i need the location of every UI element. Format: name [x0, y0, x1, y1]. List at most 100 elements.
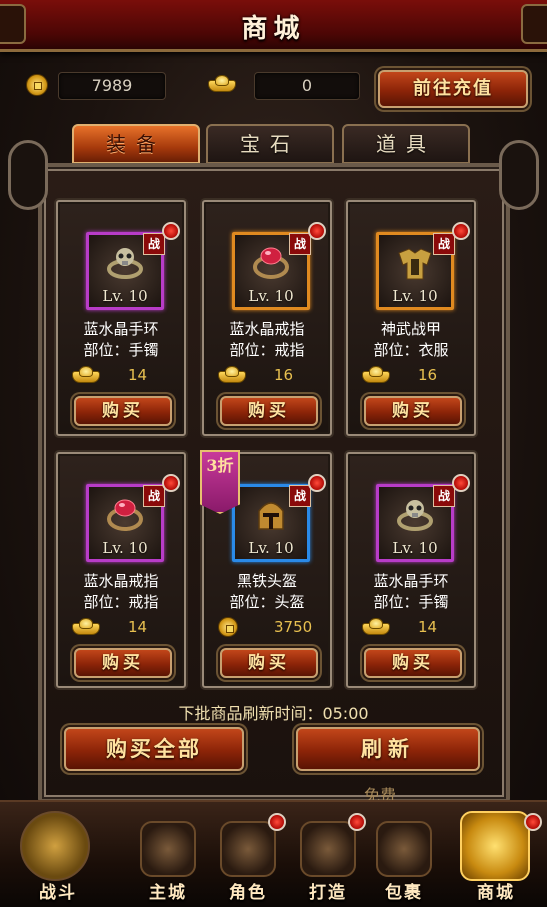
- item-price: 14: [128, 366, 148, 384]
- notification-dot: [452, 222, 470, 240]
- buy-button[interactable]: 购买: [220, 648, 318, 678]
- buy-button[interactable]: 购买: [74, 396, 172, 426]
- helmet-icon: [258, 502, 284, 530]
- item-card[interactable]: 战 Lv. 10 蓝水晶戒指部位：戒指 16 购买: [202, 200, 332, 436]
- class-tag: 战: [433, 485, 455, 507]
- item-price: 14: [128, 618, 148, 636]
- nav-label: 战斗: [39, 883, 77, 903]
- item-price: 3750: [274, 618, 313, 636]
- nav-warrior[interactable]: 角色: [208, 807, 288, 907]
- buy-all-button[interactable]: 购买全部: [64, 727, 244, 771]
- buy-button[interactable]: 购买: [364, 648, 462, 678]
- notification-dot: [162, 474, 180, 492]
- item-name: 神武战甲: [380, 320, 441, 338]
- notification-dot: [308, 474, 326, 492]
- item-slot: 部位：戒指: [83, 593, 159, 611]
- item-level: Lv. 10: [392, 287, 438, 305]
- shop-icon: [460, 811, 530, 881]
- nav-bag[interactable]: 包裹: [364, 807, 444, 907]
- item-price: 14: [418, 618, 438, 636]
- class-tag: 战: [289, 485, 311, 507]
- item-card[interactable]: 战 Lv. 10 蓝水晶戒指部位：戒指 14 购买: [56, 452, 186, 688]
- coin-icon: [26, 74, 48, 96]
- item-name: 黑铁头盔: [236, 572, 297, 590]
- nav-label: 打造: [309, 883, 347, 903]
- item-level: Lv. 10: [248, 539, 294, 557]
- buy-button[interactable]: 购买: [364, 396, 462, 426]
- item-name: 蓝水晶手环: [373, 572, 449, 590]
- skull-ring-icon: [107, 248, 143, 279]
- nav-label: 角色: [229, 883, 267, 903]
- class-tag: 战: [433, 233, 455, 255]
- ingot-balance: 0: [254, 72, 360, 100]
- refresh-timer: 下批商品刷新时间：05:00: [178, 704, 369, 723]
- page-title: 商城: [241, 14, 306, 44]
- item-icon-frame[interactable]: 战 Lv. 10: [376, 232, 455, 310]
- item-level: Lv. 10: [102, 539, 148, 557]
- item-name: 蓝水晶戒指: [229, 320, 305, 338]
- item-icon-frame[interactable]: 战 Lv. 10: [376, 484, 455, 562]
- item-slot: 部位：头盔: [229, 593, 305, 611]
- tab-gems[interactable]: 宝石: [206, 124, 334, 164]
- panel-ornament-left: [8, 140, 48, 210]
- recharge-button[interactable]: 前往充值: [378, 70, 528, 108]
- coin-balance: 7989: [58, 72, 166, 100]
- item-slot: 部位：手镯: [83, 341, 159, 359]
- notification-dot: [162, 222, 180, 240]
- coin-icon: [218, 617, 238, 637]
- ruby-ring-icon: [253, 247, 289, 279]
- nav-anvil[interactable]: 打造: [288, 807, 368, 907]
- item-icon-frame[interactable]: 战 Lv. 10: [232, 484, 311, 562]
- ingot-icon: [208, 74, 236, 92]
- nav-label: 商城: [477, 883, 515, 903]
- item-price: 16: [418, 366, 438, 384]
- ruby-ring-icon: [107, 499, 143, 531]
- panel-ornament-right: [499, 140, 539, 210]
- item-level: Lv. 10: [102, 287, 148, 305]
- item-icon-frame[interactable]: 战 Lv. 10: [86, 232, 165, 310]
- armor-icon: [398, 248, 432, 280]
- item-name: 蓝水晶手环: [83, 320, 159, 338]
- ingot-icon: [218, 365, 246, 383]
- tab-items[interactable]: 道具: [342, 124, 470, 164]
- class-tag: 战: [143, 233, 165, 255]
- nav-city[interactable]: 主城: [128, 807, 208, 907]
- item-icon-frame[interactable]: 战 Lv. 10: [232, 232, 311, 310]
- discount-badge: 3折: [200, 450, 240, 514]
- nav-label: 主城: [149, 883, 187, 903]
- nav-label: 包裹: [385, 883, 423, 903]
- nav-shop[interactable]: 商城: [448, 807, 544, 907]
- item-slot: 部位：衣服: [373, 341, 449, 359]
- item-level: Lv. 10: [392, 539, 438, 557]
- notification-dot: [524, 813, 542, 831]
- skull-ring-icon: [397, 500, 433, 531]
- ingot-icon: [72, 617, 100, 635]
- notification-dot: [452, 474, 470, 492]
- notification-dot: [308, 222, 326, 240]
- item-price: 16: [274, 366, 294, 384]
- ingot-icon: [362, 617, 390, 635]
- item-card[interactable]: 战 Lv. 10 蓝水晶手环部位：手镯 14 购买: [56, 200, 186, 436]
- notification-dot: [268, 813, 286, 831]
- anvil-icon: [300, 821, 356, 877]
- buy-button[interactable]: 购买: [220, 396, 318, 426]
- item-slot: 部位：戒指: [229, 341, 305, 359]
- class-tag: 战: [289, 233, 311, 255]
- refresh-button[interactable]: 刷新: [296, 727, 480, 771]
- item-icon-frame[interactable]: 战 Lv. 10: [86, 484, 165, 562]
- ingot-icon: [72, 365, 100, 383]
- item-card[interactable]: 战 Lv. 10 神武战甲部位：衣服 16 购买: [346, 200, 476, 436]
- nav-crossed-axes[interactable]: 战斗: [10, 807, 106, 907]
- item-name: 蓝水晶戒指: [83, 572, 159, 590]
- tab-equipment[interactable]: 装备: [72, 124, 200, 164]
- item-slot: 部位：手镯: [373, 593, 449, 611]
- item-level: Lv. 10: [248, 287, 294, 305]
- bag-icon: [376, 821, 432, 877]
- title-bar: 商城: [0, 0, 547, 52]
- class-tag: 战: [143, 485, 165, 507]
- city-icon: [140, 821, 196, 877]
- crossed-axes-icon: [20, 811, 90, 881]
- item-card[interactable]: 战 Lv. 10 蓝水晶手环部位：手镯 14 购买: [346, 452, 476, 688]
- ingot-icon: [362, 365, 390, 383]
- buy-button[interactable]: 购买: [74, 648, 172, 678]
